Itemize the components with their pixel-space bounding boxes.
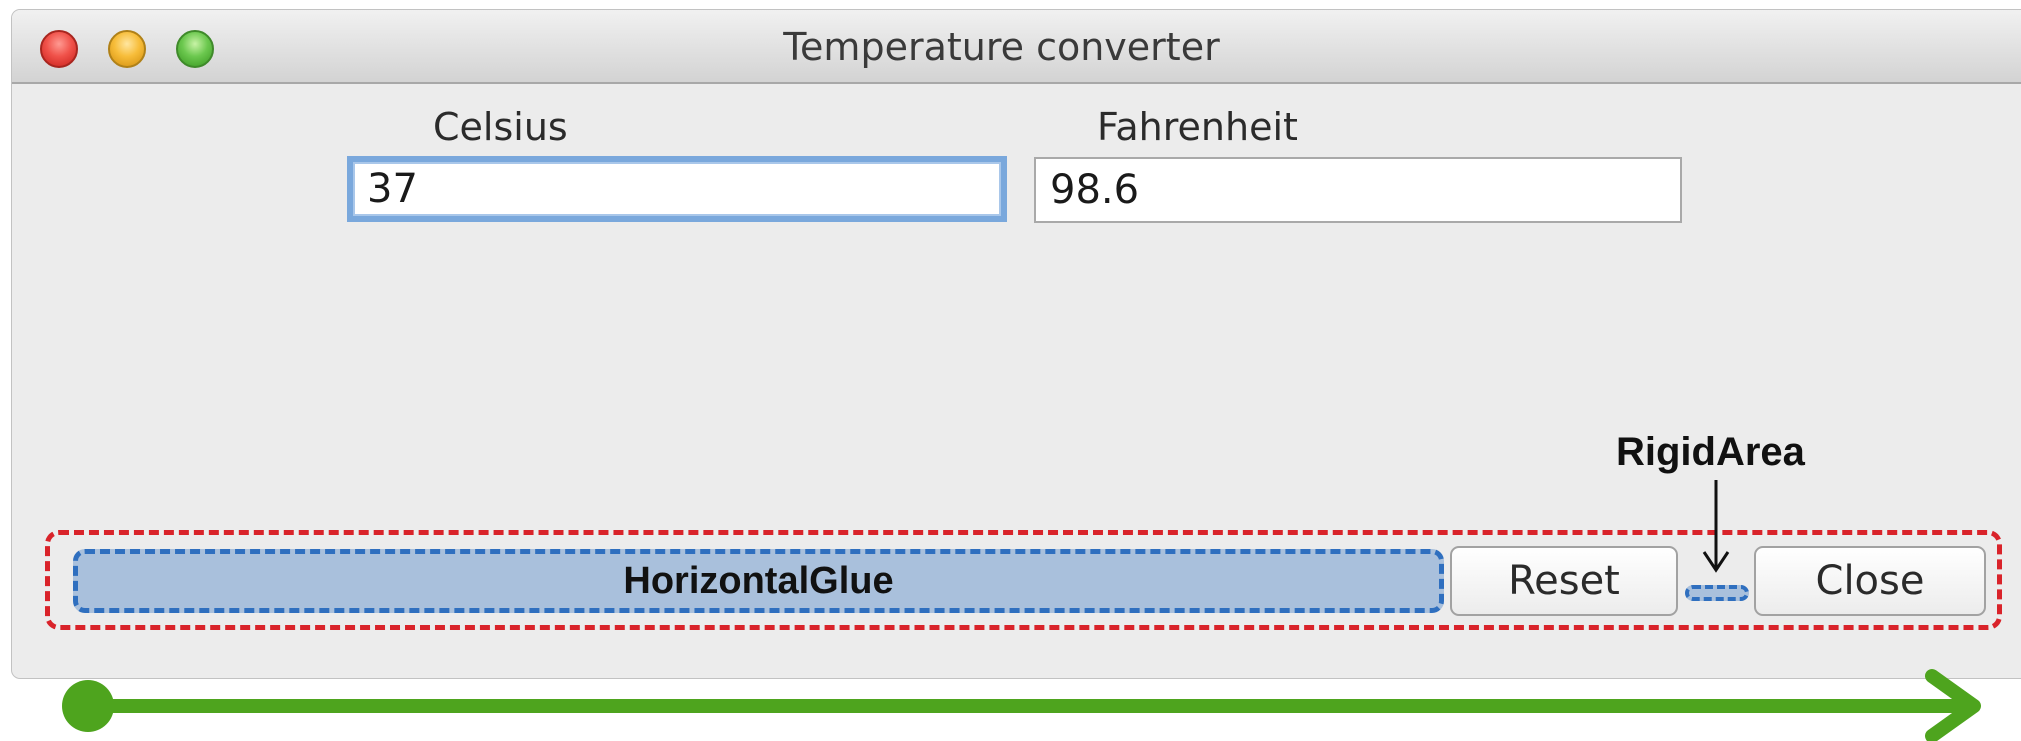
rigid-area-pointer-arrow (1702, 480, 1730, 573)
annotation-overlay (62, 480, 1981, 741)
layout-direction-arrow (62, 669, 1981, 741)
